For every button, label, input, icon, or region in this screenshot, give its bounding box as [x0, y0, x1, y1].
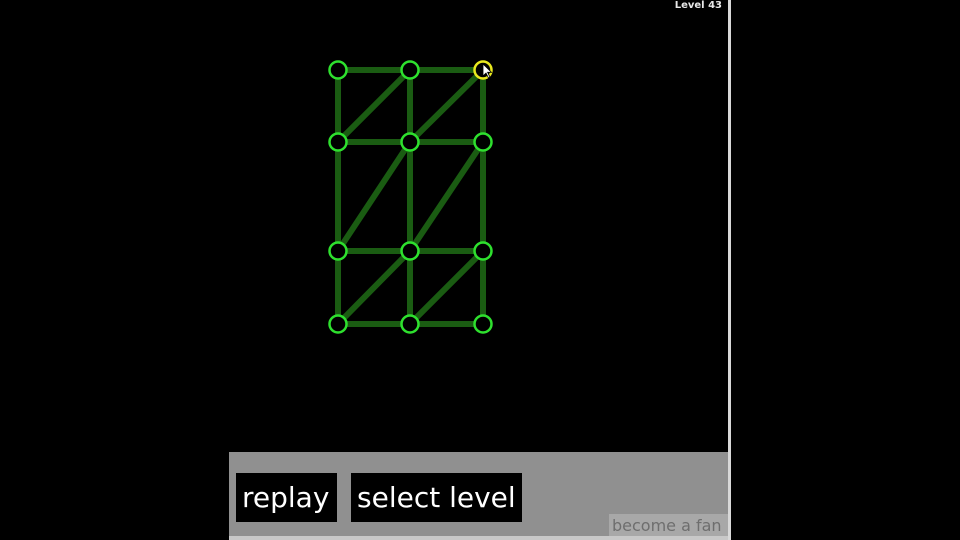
graph-edge [335, 248, 413, 327]
graph-node[interactable] [400, 132, 420, 152]
game-window: Level 43 replay select level become a fa… [0, 0, 960, 540]
graph-edge [335, 139, 413, 254]
bottom-bar-edge [229, 536, 728, 540]
graph-edge [407, 248, 486, 327]
graph-node[interactable] [328, 314, 348, 334]
window-divider [728, 0, 731, 540]
level-indicator: Level 43 [674, 0, 722, 11]
graph-node[interactable] [400, 241, 420, 261]
puzzle-board [328, 60, 493, 334]
graph-node[interactable] [328, 241, 348, 261]
graph-node[interactable] [473, 241, 493, 261]
select-level-button[interactable]: select level [351, 473, 522, 522]
graph-node[interactable] [328, 132, 348, 152]
graph-edge [407, 67, 486, 145]
graph-edge [407, 139, 486, 254]
graph-node[interactable] [473, 314, 493, 334]
replay-button[interactable]: replay [236, 473, 337, 522]
graph-node[interactable] [473, 132, 493, 152]
graph-node[interactable] [328, 60, 348, 80]
graph-node[interactable] [400, 60, 420, 80]
graph-edge [335, 67, 413, 145]
become-a-fan-link[interactable]: become a fan [609, 514, 728, 536]
graph-node[interactable] [400, 314, 420, 334]
edges-layer [335, 67, 486, 327]
